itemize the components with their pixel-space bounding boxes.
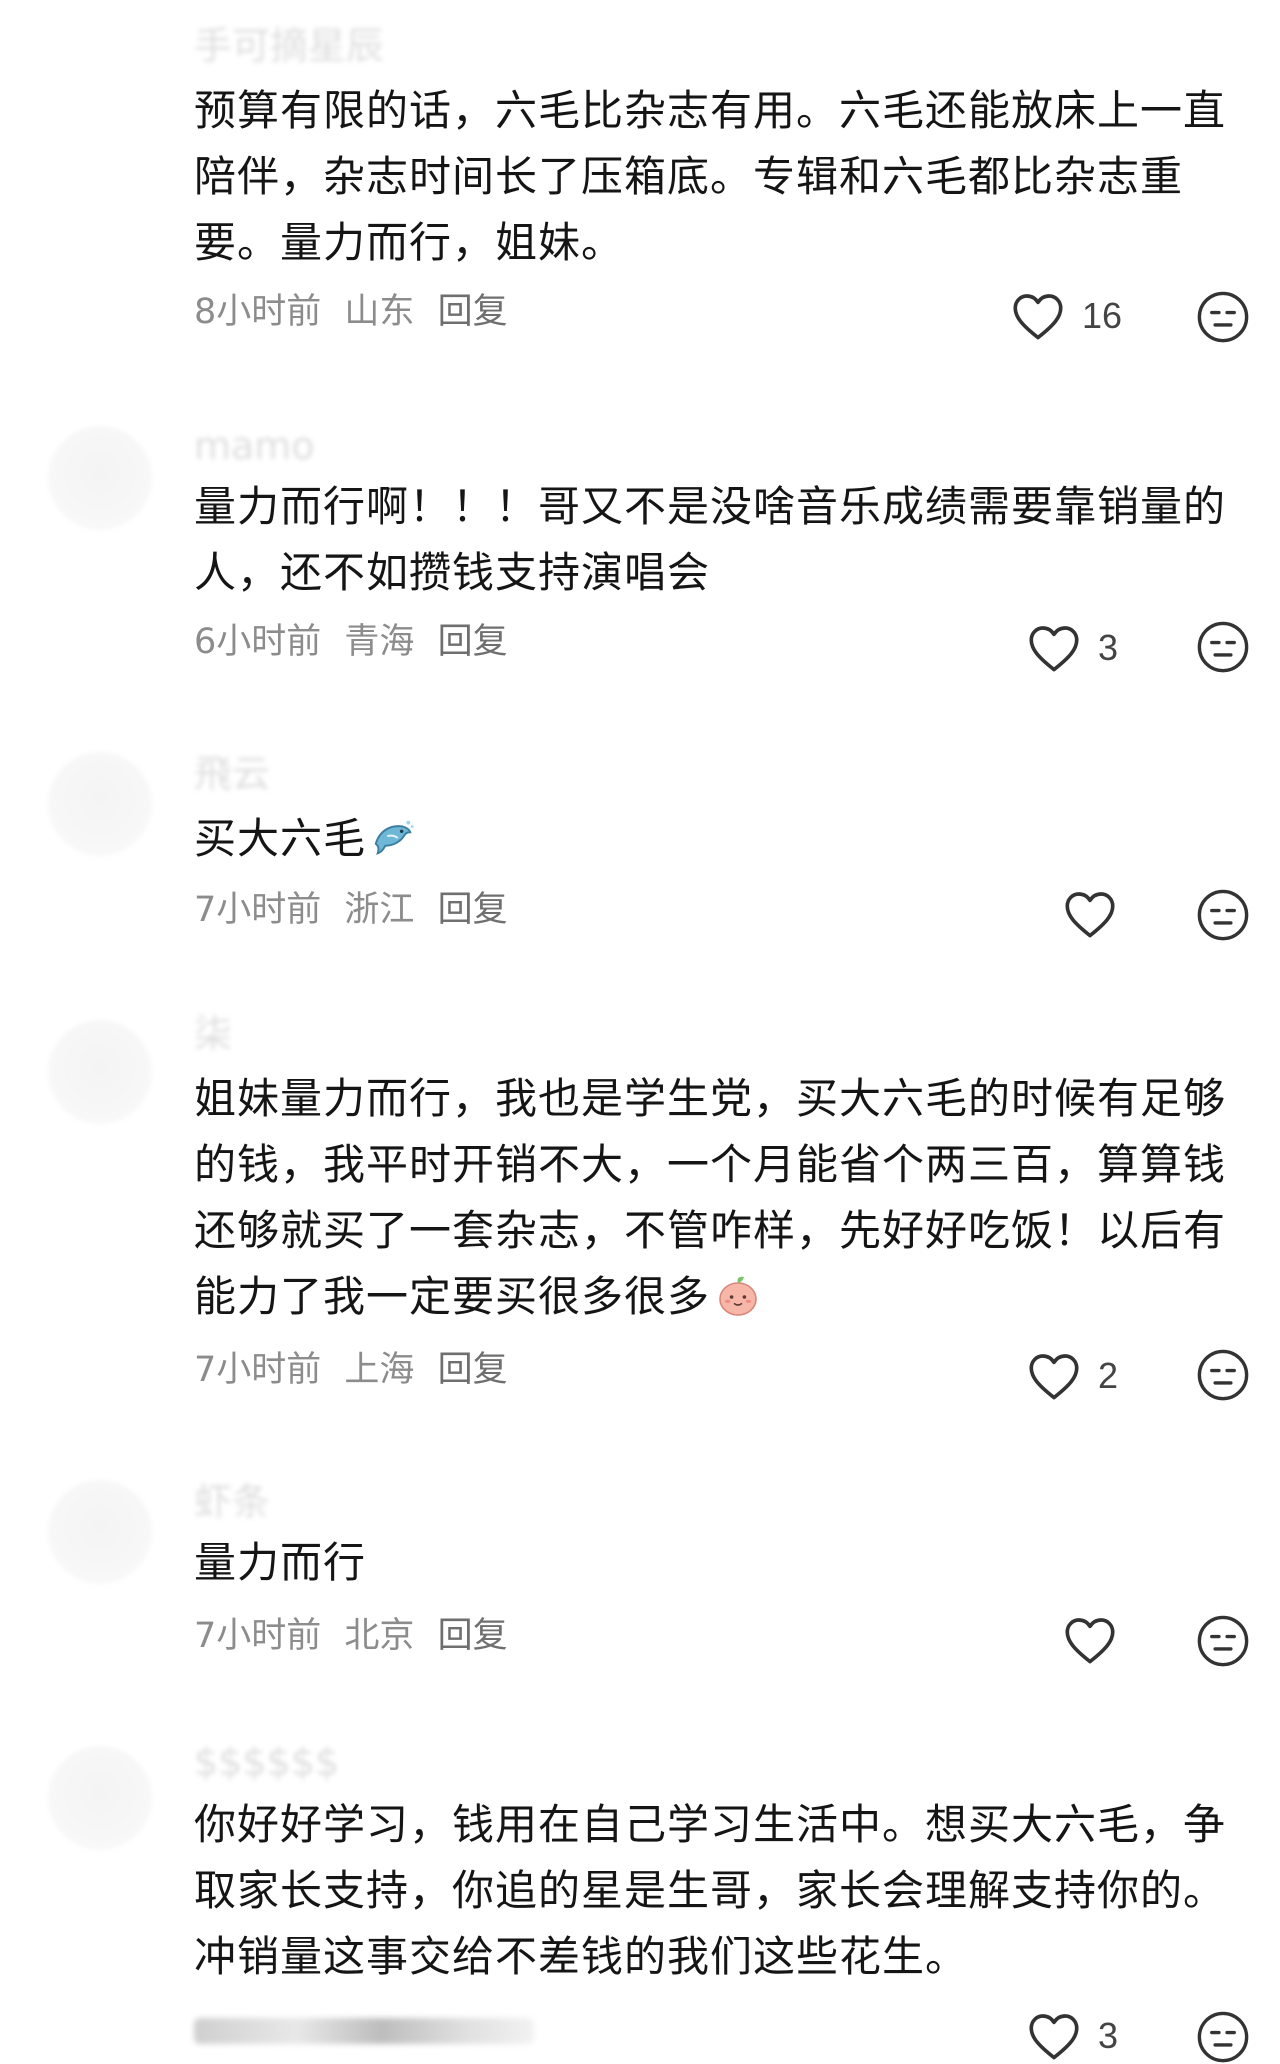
comment-time: 8小时前 <box>194 292 322 332</box>
avatar[interactable] <box>48 1746 152 1850</box>
comment-text: 你好好学习，钱用在自己学习生活中。想买大六毛，争取家长支持，你追的星是生哥，家长… <box>194 1800 1227 1981</box>
peach-emoji <box>714 1271 762 1338</box>
username[interactable]: 手可摘星辰 <box>194 24 384 68</box>
dislike-face-icon[interactable] <box>1196 1348 1250 1402</box>
like-count: 3 <box>1098 2015 1119 2056</box>
like-button[interactable]: 16 <box>1010 288 1122 344</box>
like-count: 16 <box>1082 295 1123 336</box>
dolphin-emoji <box>370 814 416 880</box>
comment-meta: 7小时前 浙江 回复 <box>194 888 520 932</box>
comment-text: 买大六毛 <box>194 806 1234 880</box>
like-count: 3 <box>1098 627 1119 668</box>
reply-button[interactable]: 回复 <box>438 1616 508 1656</box>
heart-icon <box>1065 892 1115 938</box>
like-button[interactable]: 3 <box>1026 620 1118 676</box>
heart-icon <box>1065 1618 1115 1664</box>
reply-button[interactable]: 回复 <box>438 622 508 662</box>
reply-button[interactable]: 回复 <box>438 890 508 930</box>
comment-meta: 6小时前 青海 回复 <box>194 620 520 664</box>
avatar[interactable] <box>48 426 152 530</box>
like-button[interactable] <box>1062 886 1118 942</box>
username[interactable]: 飛云 <box>194 752 270 796</box>
comment-time: 7小时前 <box>194 1350 322 1390</box>
reply-button[interactable]: 回复 <box>438 1350 508 1390</box>
username[interactable]: 柒 <box>194 1012 232 1056</box>
comment-location: 青海 <box>344 622 415 662</box>
dislike-face-icon[interactable] <box>1196 1614 1250 1668</box>
comment-text: 姐妹量力而行，我也是学生党，买大六毛的时候有足够的钱，我平时开销不大，一个月能省… <box>194 1066 1234 1338</box>
heart-icon <box>1013 294 1063 340</box>
dislike-face-icon[interactable] <box>1196 620 1250 674</box>
like-count: 2 <box>1098 1355 1119 1396</box>
heart-icon <box>1029 2014 1079 2060</box>
comment-text: 量力而行 <box>194 1538 367 1587</box>
comment-meta: 7小时前 上海 回复 <box>194 1348 520 1392</box>
comment-location: 山东 <box>344 292 415 332</box>
comment-location: 上海 <box>344 1350 415 1390</box>
comment-time: 7小时前 <box>194 890 322 930</box>
comment-text: 量力而行啊！！！哥又不是没啥音乐成绩需要靠销量的人，还不如攒钱支持演唱会 <box>194 482 1227 597</box>
dislike-face-icon[interactable] <box>1196 2010 1250 2064</box>
heart-icon <box>1029 626 1079 672</box>
username[interactable]: $$$$$$ <box>194 1740 339 1784</box>
comment-meta: 7小时前 北京 回复 <box>194 1614 520 1658</box>
heart-icon <box>1029 1354 1079 1400</box>
comment-time: 6小时前 <box>194 622 322 662</box>
dislike-face-icon[interactable] <box>1196 888 1250 942</box>
avatar[interactable] <box>48 1020 152 1124</box>
like-button[interactable]: 2 <box>1026 1348 1118 1404</box>
like-button[interactable] <box>1062 1612 1118 1668</box>
comment-text-content: 姐妹量力而行，我也是学生党，买大六毛的时候有足够的钱，我平时开销不大，一个月能省… <box>194 1074 1227 1321</box>
comment-text-content: 买大六毛 <box>194 814 367 863</box>
reply-button[interactable]: 回复 <box>438 292 508 332</box>
comment-text: 预算有限的话，六毛比杂志有用。六毛还能放床上一直陪伴，杂志时间长了压箱底。专辑和… <box>194 86 1227 267</box>
comment-time: 7小时前 <box>194 1616 322 1656</box>
username[interactable]: mamo <box>194 424 315 468</box>
avatar[interactable] <box>48 1480 152 1584</box>
username[interactable]: 虾条 <box>194 1480 270 1524</box>
blurred-meta <box>194 2018 534 2044</box>
dislike-face-icon[interactable] <box>1196 290 1250 344</box>
comment-location: 浙江 <box>344 890 415 930</box>
like-button[interactable]: 3 <box>1026 2008 1118 2064</box>
comment-location: 北京 <box>344 1616 415 1656</box>
avatar[interactable] <box>48 752 152 856</box>
comment-meta: 8小时前 山东 回复 <box>194 290 520 334</box>
